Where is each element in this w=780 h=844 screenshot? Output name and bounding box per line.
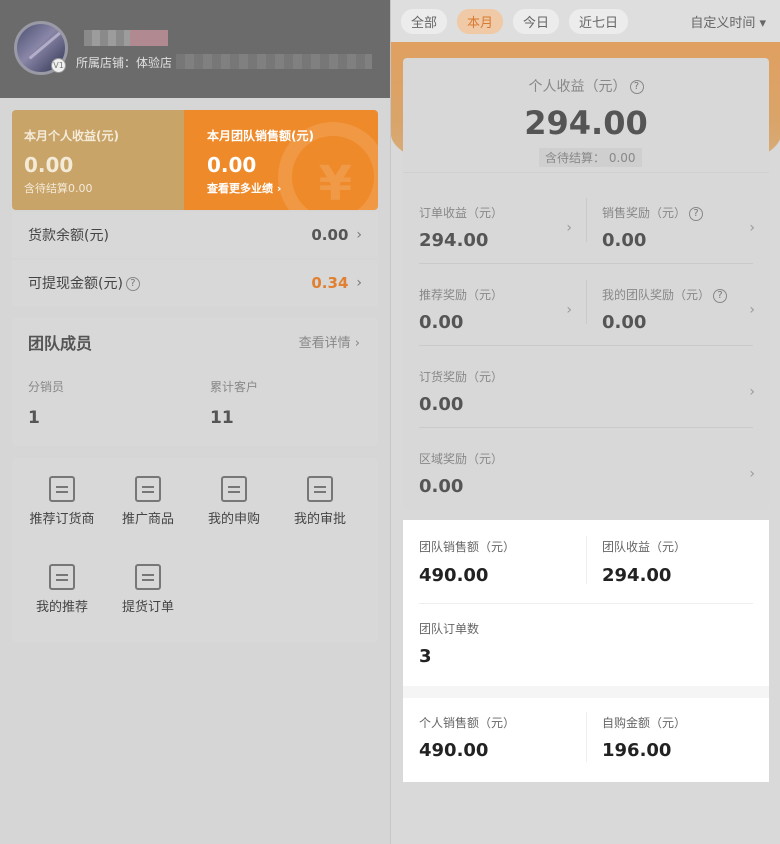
store-label: 所属店铺：体验店 bbox=[76, 56, 173, 70]
referral-reward-cell[interactable]: 推荐奖励（元） 0.00 › bbox=[403, 264, 586, 346]
team-details-link[interactable]: 查看详情 › bbox=[299, 332, 360, 351]
profile-header: V1 所属店铺：体验店 bbox=[0, 0, 390, 98]
personal-sales-label: 个人销售额（元） bbox=[419, 716, 516, 730]
withdrawable-value: 0.34 bbox=[311, 274, 349, 292]
custom-time-dropdown[interactable]: 自定义时间 ▾ bbox=[690, 12, 766, 31]
order-income-cell[interactable]: 订单收益（元） 294.00 › bbox=[403, 182, 586, 264]
payment-balance-label: 货款余额(元) bbox=[28, 228, 109, 244]
team-title: 团队成员 bbox=[28, 334, 93, 353]
username-redacted bbox=[84, 30, 130, 46]
caret-down-icon: ▾ bbox=[759, 16, 766, 31]
document-icon bbox=[221, 476, 247, 502]
personal-sales-amount: 490.00 bbox=[419, 740, 489, 761]
pending-settlement: 含待结算： 0.00 bbox=[539, 148, 642, 167]
team-sales-card[interactable]: ¥ 本月团队销售额(元) 0.00 查看更多业绩 › bbox=[184, 110, 378, 210]
payment-balance-value: 0.00 bbox=[311, 226, 349, 244]
personal-earnings-card[interactable]: 本月个人收益(元) 0.00 含待结算0.00 bbox=[12, 110, 184, 210]
team-stats-card: 团队销售额（元） 490.00 团队收益（元） 294.00 团队订单数 3 bbox=[403, 520, 769, 686]
team-sales-amount: 490.00 bbox=[419, 565, 489, 586]
username-redacted-2 bbox=[130, 30, 168, 46]
team-income-amount: 294.00 bbox=[602, 565, 672, 586]
personal-stats-card: 个人销售额（元） 490.00 自购金额（元） 196.00 bbox=[403, 698, 769, 782]
chevron-right-icon: › bbox=[566, 302, 572, 318]
earnings-cards: 本月个人收益(元) 0.00 含待结算0.00 ¥ 本月团队销售额(元) 0.0… bbox=[12, 110, 378, 210]
left-panel: V1 所属店铺：体验店 本月个人收益(元) 0.00 含待结算0.00 ¥ 本月… bbox=[0, 0, 390, 844]
menu-promote-goods[interactable]: 推广商品 bbox=[105, 476, 191, 527]
withdrawable-label: 可提现金额(元) bbox=[28, 276, 123, 292]
withdrawable-row[interactable]: 可提现金额(元)? 0.34 › bbox=[12, 260, 378, 306]
chevron-right-icon: › bbox=[749, 384, 755, 400]
chevron-right-icon: › bbox=[749, 220, 755, 236]
personal-earnings-value: 0.00 bbox=[24, 153, 74, 177]
help-icon[interactable]: ? bbox=[689, 206, 704, 221]
bookmark-icon bbox=[49, 564, 75, 590]
help-icon[interactable]: ? bbox=[713, 288, 728, 303]
chevron-right-icon: › bbox=[356, 227, 362, 243]
store-id-redacted bbox=[176, 54, 372, 69]
personal-earnings-pending: 含待结算0.00 bbox=[24, 182, 93, 195]
menu-my-purchase[interactable]: 我的申购 bbox=[191, 476, 277, 527]
menu-my-approval[interactable]: 我的审批 bbox=[277, 476, 363, 527]
help-icon[interactable]: ? bbox=[629, 80, 644, 94]
tab-all[interactable]: 全部 bbox=[401, 8, 448, 34]
distributor-label: 分销员 bbox=[28, 380, 65, 394]
box-icon bbox=[49, 476, 75, 502]
ordering-reward-cell[interactable]: 订货奖励（元） 0.00 › bbox=[403, 346, 769, 428]
list-icon bbox=[135, 564, 161, 590]
personal-income-value: 294.00 bbox=[524, 104, 648, 142]
personal-income-title: 个人收益（元）? bbox=[403, 76, 769, 96]
personal-earnings-title: 本月个人收益(元) bbox=[24, 129, 119, 143]
team-reward-cell[interactable]: 我的团队奖励（元）? 0.00 › bbox=[586, 264, 769, 346]
menu-pickup-orders[interactable]: 提货订单 bbox=[105, 564, 191, 615]
team-orders-label: 团队订单数 bbox=[419, 622, 480, 636]
menu-recommend-supplier[interactable]: 推荐订货商 bbox=[19, 476, 105, 527]
chevron-right-icon: › bbox=[749, 302, 755, 318]
earnings-detail-card: 个人收益（元）? 294.00 含待结算： 0.00 订单收益（元） 294.00… bbox=[403, 58, 769, 510]
chevron-right-icon: › bbox=[749, 466, 755, 482]
regional-reward-cell[interactable]: 区域奖励（元） 0.00 › bbox=[403, 428, 769, 510]
customer-count: 11 bbox=[210, 408, 234, 428]
help-icon[interactable]: ? bbox=[125, 277, 140, 291]
sales-reward-cell[interactable]: 销售奖励（元）? 0.00 › bbox=[586, 182, 769, 264]
self-purchase-amount: 196.00 bbox=[602, 740, 672, 761]
chevron-right-icon: › bbox=[354, 336, 360, 351]
team-income-label: 团队收益（元） bbox=[602, 540, 687, 554]
customer-label: 累计客户 bbox=[210, 380, 259, 394]
team-sales-label: 团队销售额（元） bbox=[419, 540, 516, 554]
chevron-right-icon: › bbox=[356, 275, 362, 291]
right-panel: 全部 本月 今日 近七日 自定义时间 ▾ 个人收益（元）? 294.00 含待结… bbox=[390, 0, 780, 844]
team-members-card: 团队成员 查看详情 › 分销员 1 累计客户 11 bbox=[12, 318, 378, 446]
tab-last-7-days[interactable]: 近七日 bbox=[569, 8, 629, 34]
feature-menu: 推荐订货商 推广商品 我的申购 我的审批 我的推荐 提货订单 bbox=[12, 458, 378, 642]
tab-today[interactable]: 今日 bbox=[513, 8, 560, 34]
chevron-right-icon: › bbox=[566, 220, 572, 236]
distributor-count: 1 bbox=[28, 408, 40, 428]
payment-balance-row[interactable]: 货款余额(元) 0.00 › bbox=[12, 212, 378, 258]
team-orders-count: 3 bbox=[419, 646, 432, 667]
stamp-icon bbox=[307, 476, 333, 502]
self-purchase-label: 自购金额（元） bbox=[602, 716, 687, 730]
level-badge: V1 bbox=[51, 58, 66, 73]
bag-icon bbox=[135, 476, 161, 502]
menu-my-recommend[interactable]: 我的推荐 bbox=[19, 564, 105, 615]
tab-this-month[interactable]: 本月 bbox=[457, 8, 504, 34]
